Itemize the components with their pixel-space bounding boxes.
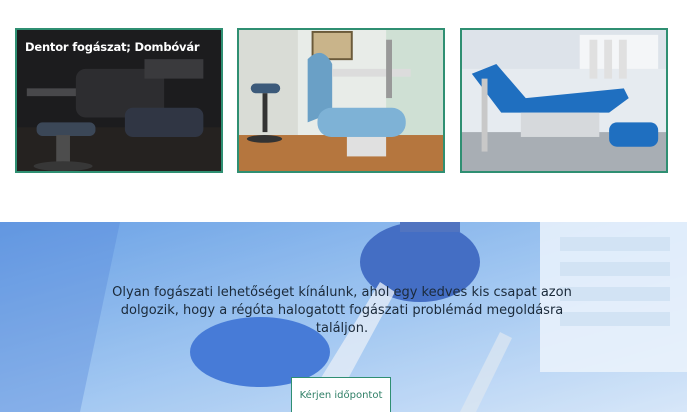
gallery-image-1[interactable]: Dentor fogászat; Dombóvár [15, 28, 223, 173]
dental-office-image [239, 30, 443, 171]
hero-section: Olyan fogászati lehetőséget kínálunk, ah… [0, 222, 687, 412]
gallery-caption: Dentor fogászat; Dombóvár [25, 40, 200, 54]
book-appointment-button[interactable]: Kérjen időpontot [291, 377, 391, 412]
gallery-image-2[interactable] [237, 28, 445, 173]
gallery-image-3[interactable] [460, 28, 668, 173]
hero-description: Olyan fogászati lehetőséget kínálunk, ah… [112, 285, 572, 336]
dental-chair-reclined-image [462, 30, 666, 171]
image-gallery: Dentor fogászat; Dombóvár [0, 0, 687, 222]
